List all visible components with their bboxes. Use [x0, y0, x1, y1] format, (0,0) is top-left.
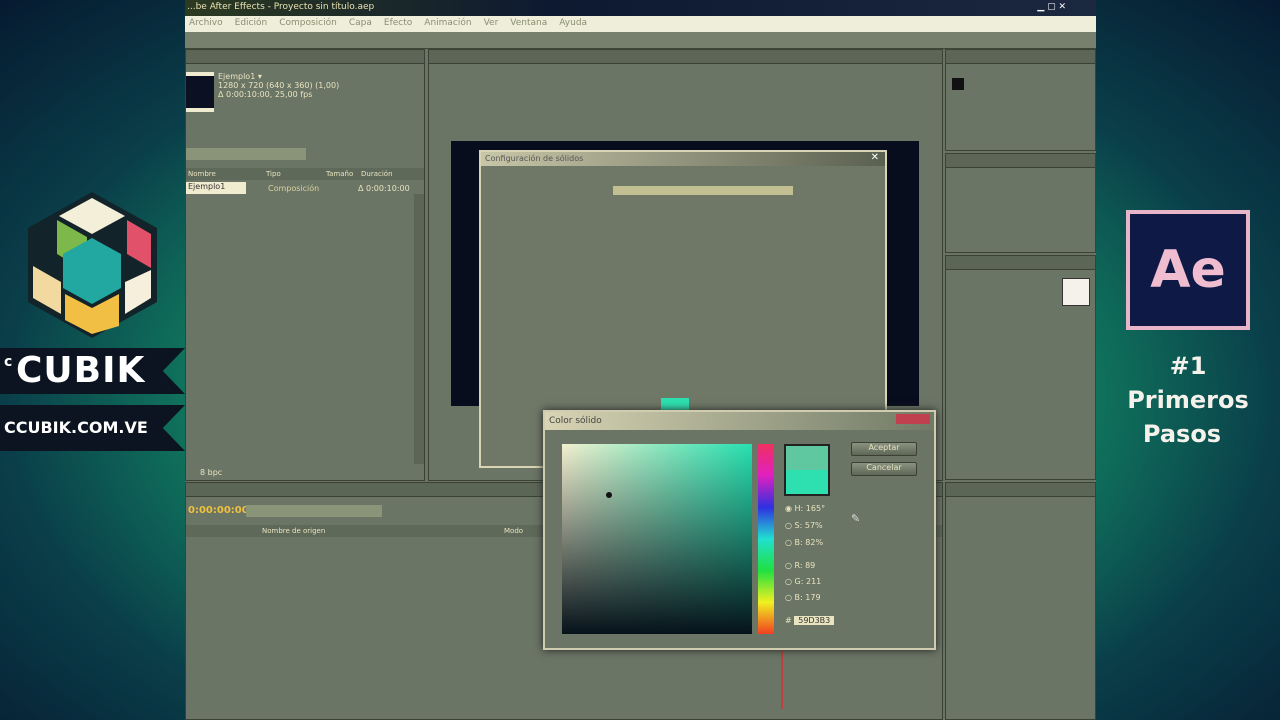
old-color [786, 446, 828, 470]
new-color [786, 470, 828, 494]
field-h[interactable]: ◉ H: 165° [785, 504, 825, 513]
field-b2[interactable]: ○ B: 179 [785, 593, 821, 602]
menu-item[interactable]: Ventana [510, 18, 547, 30]
menu-item[interactable]: Archivo [189, 18, 223, 30]
website-text: CCUBIK.COM.VE [4, 418, 148, 437]
col-size[interactable]: Tamaño [326, 170, 353, 178]
paragraph-panel [945, 482, 1096, 720]
close-button[interactable] [896, 414, 930, 424]
project-column-headers: Nombre Tipo Tamaño Duración [186, 168, 424, 180]
hue-slider[interactable] [758, 444, 774, 634]
channel-branding-left: c CUBIK CCUBIK.COM.VE [0, 0, 185, 720]
item-type: Composición [268, 184, 320, 193]
bpc-label[interactable]: 8 bpc [200, 468, 222, 477]
comp-duration: Δ 0:00:10:00, 25,00 fps [218, 90, 313, 99]
website-banner: CCUBIK.COM.VE [0, 405, 185, 451]
comp-thumbnail [186, 72, 214, 112]
menu-item[interactable]: Efecto [384, 18, 412, 30]
col-mode: Modo [504, 527, 524, 535]
timeline-search-input[interactable] [246, 505, 382, 517]
lesson-title-line2: Pasos [1142, 420, 1222, 448]
channel-branding-right: Ae #1 Primeros Pasos [1096, 0, 1280, 720]
project-item-row[interactable]: Ejemplo1 Composición Δ 0:00:10:00 [186, 182, 414, 194]
saturation-brightness-field[interactable] [562, 444, 752, 634]
project-search-input[interactable] [186, 148, 306, 160]
menu-bar: Archivo Edición Composición Capa Efecto Anima… [185, 16, 1096, 32]
col-name[interactable]: Nombre [188, 170, 216, 178]
col-type[interactable]: Tipo [266, 170, 281, 178]
fill-color-swatch[interactable] [1062, 278, 1090, 306]
character-panel [945, 255, 1096, 480]
menu-item[interactable]: Capa [349, 18, 372, 30]
lesson-title-line1: Primeros [1127, 386, 1249, 414]
ok-button[interactable]: Aceptar [851, 442, 917, 456]
solid-name-input[interactable] [613, 186, 793, 195]
cubik-logo-text: CUBIK [16, 350, 146, 391]
field-r[interactable]: ○ R: 89 [785, 561, 815, 570]
col-source-name: Nombre de origen [262, 527, 326, 535]
cubik-logo-icon [28, 192, 157, 338]
item-name: Ejemplo1 [186, 182, 246, 194]
after-effects-logo: Ae [1126, 210, 1250, 330]
color-picker-cursor[interactable] [606, 492, 612, 498]
field-g[interactable]: ○ G: 211 [785, 577, 821, 586]
color-picker-dialog: Color sólido Aceptar Cancelar ✎ ◉ H: 165… [543, 410, 936, 650]
field-s[interactable]: ○ S: 57% [785, 521, 823, 530]
tools-toolbar[interactable] [185, 32, 1096, 49]
hex-field[interactable]: # 59D3B3 [785, 616, 835, 625]
after-effects-window: ...be After Effects - Proyecto sin títul… [185, 0, 1096, 720]
project-panel-header [186, 50, 424, 64]
menu-item[interactable]: Edición [235, 18, 268, 30]
preview-panel [945, 153, 1096, 253]
menu-item[interactable]: Composición [279, 18, 337, 30]
col-duration[interactable]: Duración [361, 170, 393, 178]
title-bar: ...be After Effects - Proyecto sin títul… [185, 0, 1096, 16]
episode-number: #1 [1169, 352, 1207, 380]
color-preview [784, 444, 830, 496]
item-duration: Δ 0:00:10:00 [358, 184, 410, 193]
dialog-title: Color sólido [549, 416, 602, 426]
window-controls[interactable]: ▁ ▢ ✕ [1037, 2, 1066, 12]
current-timecode[interactable]: 0:00:00:00 [188, 505, 249, 516]
cubik-banner: c CUBIK [0, 348, 185, 394]
project-scrollbar[interactable] [414, 194, 424, 464]
comp-size: 1280 x 720 (640 x 360) (1,00) [218, 81, 340, 90]
menu-item[interactable]: Ver [484, 18, 499, 30]
menu-item[interactable]: Animación [424, 18, 471, 30]
eyedropper-icon[interactable]: ✎ [851, 512, 860, 525]
close-icon[interactable]: ✕ [871, 152, 879, 163]
project-panel: Ejemplo1 ▾ 1280 x 720 (640 x 360) (1,00)… [185, 49, 425, 481]
dialog-title: Configuración de sólidos [485, 154, 584, 163]
window-title: ...be After Effects - Proyecto sin títul… [187, 2, 375, 12]
viewer-header [429, 50, 942, 64]
color-readout [952, 78, 964, 90]
field-b[interactable]: ○ B: 82% [785, 538, 823, 547]
solid-color-swatch[interactable] [661, 398, 689, 410]
cancel-button[interactable]: Cancelar [851, 462, 917, 476]
comp-name: Ejemplo1 ▾ [218, 72, 262, 81]
menu-item[interactable]: Ayuda [559, 18, 587, 30]
info-panel [945, 49, 1096, 151]
